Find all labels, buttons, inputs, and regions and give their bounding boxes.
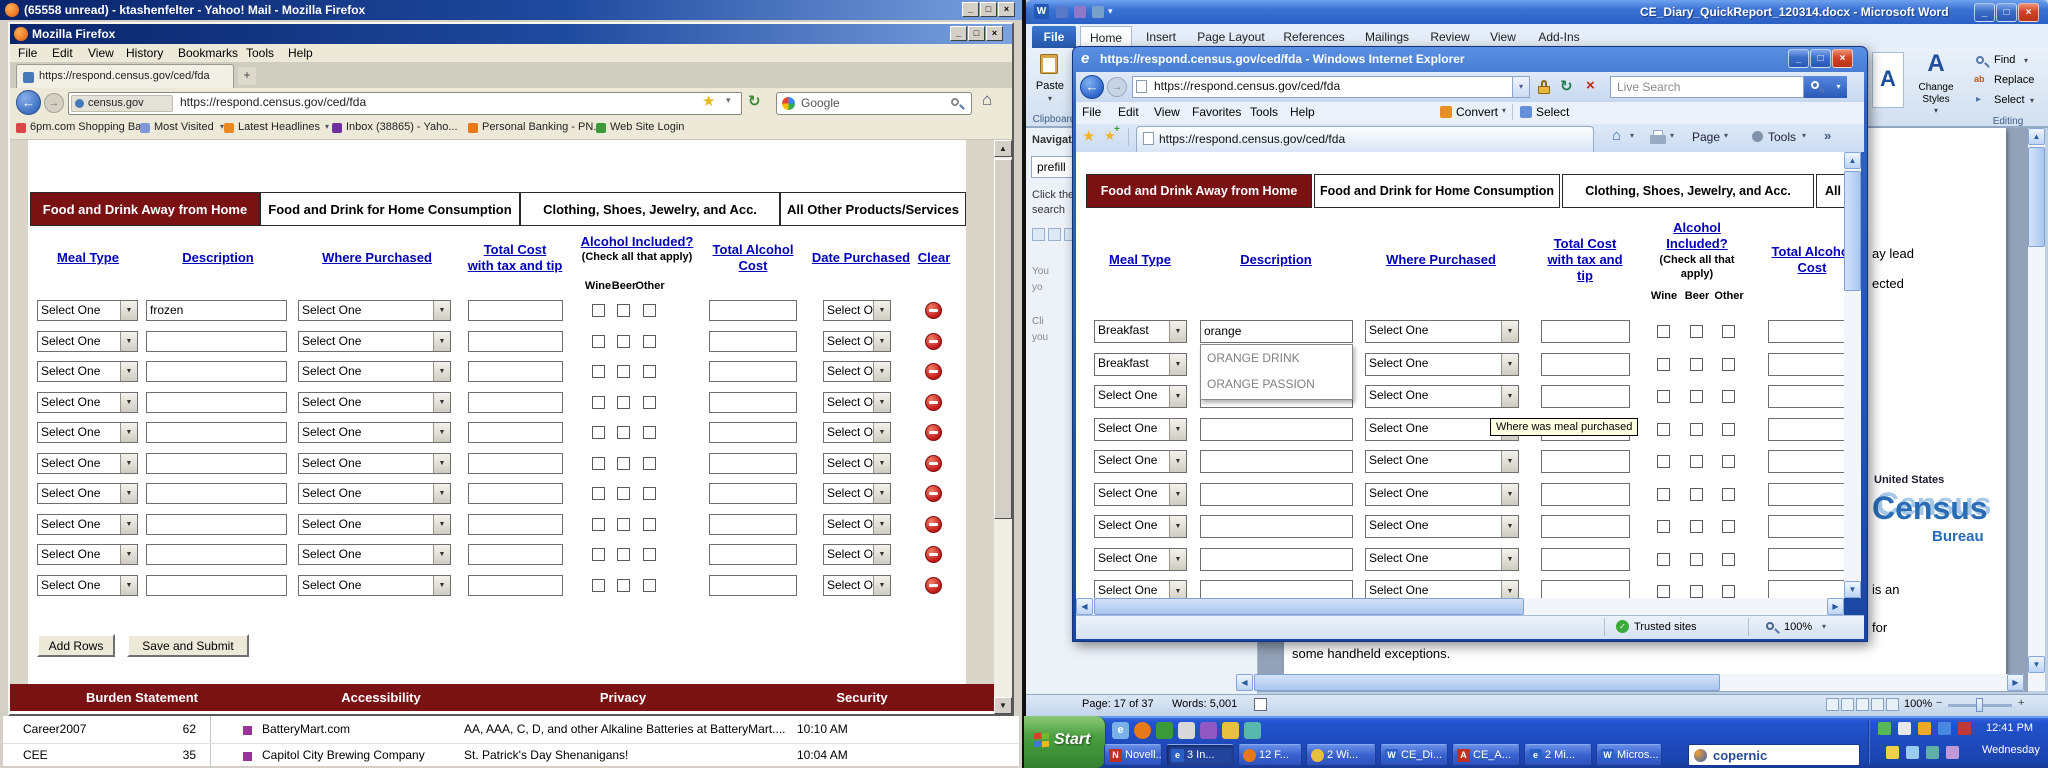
taskbar-button-icon-8: W bbox=[1601, 749, 1614, 762]
quick-launch-icon-6[interactable] bbox=[1222, 722, 1239, 739]
quick-launch-icon-2[interactable] bbox=[1134, 722, 1151, 739]
taskbar-button-3[interactable]: 12 F... bbox=[1238, 744, 1302, 766]
quick-launch-icon-1[interactable]: e bbox=[1112, 722, 1129, 739]
quick-launch-icon-3[interactable] bbox=[1156, 722, 1173, 739]
taskbar-button-label-7: 2 Mi... bbox=[1545, 749, 1575, 761]
tray-icon-4[interactable] bbox=[1938, 722, 1951, 735]
quick-launch-icon-4[interactable] bbox=[1178, 722, 1195, 739]
tray-icon-5[interactable] bbox=[1958, 722, 1971, 735]
tray-icon-6[interactable] bbox=[1886, 746, 1899, 759]
taskbar-button-icon-7: e bbox=[1529, 749, 1542, 762]
taskbar-button-icon-1: N bbox=[1109, 749, 1122, 762]
taskbar-button-icon-6: A bbox=[1457, 749, 1470, 762]
taskbar-button-5[interactable]: WCE_Di... bbox=[1380, 744, 1448, 766]
taskbar-button-1[interactable]: NNovell... bbox=[1104, 744, 1162, 766]
taskbar-button-4[interactable]: 2 Wi... bbox=[1306, 744, 1376, 766]
start-button-label: Start bbox=[1054, 731, 1090, 749]
start-button[interactable]: Start bbox=[1024, 716, 1106, 768]
taskbar-button-6[interactable]: ACE_A... bbox=[1452, 744, 1520, 766]
tray-icon-1[interactable] bbox=[1878, 722, 1891, 735]
tray-icon-3[interactable] bbox=[1918, 722, 1931, 735]
desktop: (65558 unread) - ktashenfelter - Yahoo! … bbox=[0, 0, 2048, 768]
taskbar-button-icon-2: e bbox=[1171, 749, 1184, 762]
tray-icon-8[interactable] bbox=[1926, 746, 1939, 759]
quick-launch-icon-7[interactable] bbox=[1244, 722, 1261, 739]
tray-icon-9[interactable] bbox=[1946, 746, 1959, 759]
quick-launch-icon-5[interactable] bbox=[1200, 722, 1217, 739]
clock-time[interactable]: 12:41 PM bbox=[1986, 722, 2033, 734]
tooltip: Where was meal purchased bbox=[1490, 418, 1638, 436]
taskbar-button-label-6: CE_A... bbox=[1473, 749, 1511, 761]
taskbar-button-8[interactable]: WMicros... bbox=[1596, 744, 1662, 766]
copernic-label: copernic bbox=[1713, 748, 1767, 763]
autocomplete-dropdown: ORANGE DRINK ORANGE PASSION bbox=[1200, 344, 1353, 400]
taskbar-button-7[interactable]: e2 Mi... bbox=[1524, 744, 1592, 766]
taskbar-highlight bbox=[1024, 716, 2048, 718]
copernic-search-box[interactable]: copernic bbox=[1688, 744, 1860, 766]
taskbar-button-label-8: Micros... bbox=[1617, 749, 1659, 761]
taskbar-button-icon-3 bbox=[1243, 749, 1256, 762]
taskbar-button-label-1: Novell... bbox=[1125, 749, 1162, 761]
taskbar-button-icon-5: W bbox=[1385, 749, 1398, 762]
autocomplete-option-1[interactable]: ORANGE DRINK bbox=[1201, 345, 1352, 371]
tray-icon-2[interactable] bbox=[1898, 722, 1911, 735]
taskbar-button-label-3: 12 F... bbox=[1259, 749, 1289, 761]
taskbar: Start copernic 12:41 PM Wednesday NNovel… bbox=[0, 0, 2048, 768]
tray-icon-7[interactable] bbox=[1906, 746, 1919, 759]
tray-separator bbox=[1868, 720, 1870, 764]
taskbar-button-label-2: 3 In... bbox=[1187, 749, 1215, 761]
start-flag-green bbox=[1042, 733, 1049, 740]
start-flag-blue bbox=[1034, 741, 1041, 748]
taskbar-button-label-4: 2 Wi... bbox=[1327, 749, 1358, 761]
taskbar-button-2[interactable]: e3 In... bbox=[1166, 744, 1234, 766]
taskbar-button-label-5: CE_Di... bbox=[1401, 749, 1442, 761]
taskbar-button-icon-4 bbox=[1311, 749, 1324, 762]
autocomplete-option-2[interactable]: ORANGE PASSION bbox=[1201, 371, 1352, 397]
start-flag-red bbox=[1034, 733, 1041, 740]
copernic-icon bbox=[1694, 749, 1707, 762]
clock-day[interactable]: Wednesday bbox=[1982, 744, 2040, 756]
start-flag-yellow bbox=[1042, 741, 1049, 748]
